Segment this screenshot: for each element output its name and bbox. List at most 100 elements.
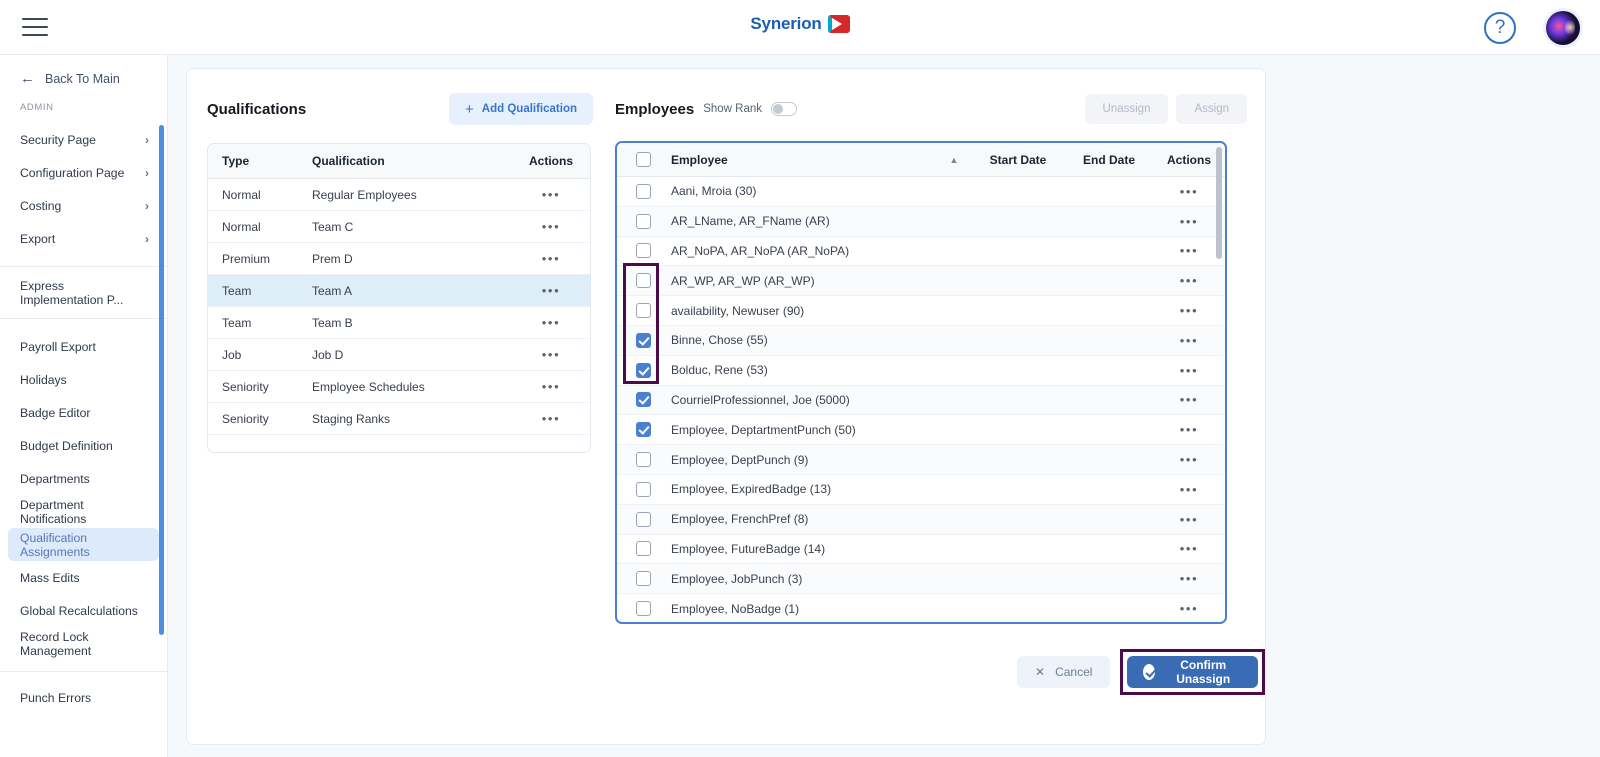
ellipsis-icon[interactable]: ••• — [1180, 512, 1198, 527]
ellipsis-icon[interactable]: ••• — [1180, 184, 1198, 199]
cell-employee-name: Employee, FrenchPref (8) — [671, 512, 809, 527]
ellipsis-icon[interactable]: ••• — [542, 315, 560, 330]
table-row[interactable]: Employee, DeptPunch (9) ••• — [617, 445, 1225, 475]
ellipsis-icon[interactable]: ••• — [1180, 214, 1198, 229]
row-checkbox[interactable] — [635, 571, 651, 587]
sort-ascending-icon[interactable]: ▲ — [937, 155, 971, 165]
table-row[interactable]: Employee, ExpiredBadge (13) ••• — [617, 475, 1225, 505]
sidebar-item-budget-definition[interactable]: Budget Definition — [8, 429, 159, 462]
table-row[interactable]: Normal Team C ••• — [208, 210, 590, 243]
sidebar-item-holidays[interactable]: Holidays — [8, 363, 159, 396]
sidebar-item-record-lock-management[interactable]: Record Lock Management — [8, 627, 159, 660]
sidebar-item-qualification-assignments[interactable]: Qualification Assignments — [8, 528, 159, 561]
sidebar-item-punch-errors[interactable]: Punch Errors — [8, 681, 159, 714]
employees-panel: Employees Show Rank Unassign Assign Empl… — [615, 91, 1247, 624]
sidebar-item-configuration-page[interactable]: Configuration Page › — [8, 156, 159, 189]
row-checkbox[interactable] — [635, 273, 651, 289]
table-row-selected[interactable]: Team Team A ••• — [208, 274, 590, 307]
sidebar-item-costing[interactable]: Costing › — [8, 189, 159, 222]
sidebar-item-express-implementation[interactable]: Express Implementation P... — [8, 276, 159, 309]
table-row[interactable]: Employee, NoBadge (1) ••• — [617, 594, 1225, 622]
ellipsis-icon[interactable]: ••• — [1180, 392, 1198, 407]
table-row[interactable]: Binne, Chose (55) ••• — [617, 325, 1225, 356]
row-checkbox[interactable] — [635, 541, 651, 557]
row-checkbox[interactable] — [635, 511, 651, 527]
ellipsis-icon[interactable]: ••• — [542, 283, 560, 298]
table-row[interactable]: availability, Newuser (90) ••• — [617, 296, 1225, 326]
confirm-unassign-button[interactable]: Confirm Unassign — [1127, 656, 1258, 688]
table-row[interactable]: Employee, FutureBadge (14) ••• — [617, 535, 1225, 565]
row-checkbox[interactable] — [635, 213, 651, 229]
ellipsis-icon[interactable]: ••• — [1180, 422, 1198, 437]
column-header-qualification[interactable]: Qualification — [298, 144, 512, 179]
ellipsis-icon[interactable]: ••• — [1180, 452, 1198, 467]
help-icon[interactable]: ? — [1484, 12, 1516, 44]
cancel-button[interactable]: ✕ Cancel — [1017, 656, 1111, 688]
sidebar-item-departments[interactable]: Departments — [8, 462, 159, 495]
table-row[interactable]: Seniority Employee Schedules ••• — [208, 370, 590, 403]
table-row[interactable]: AR_WP, AR_WP (AR_WP) ••• — [617, 266, 1225, 297]
row-checkbox[interactable] — [635, 183, 651, 199]
sidebar-item-global-recalculations[interactable]: Global Recalculations — [8, 594, 159, 627]
row-checkbox[interactable] — [635, 392, 651, 408]
table-row[interactable]: Normal Regular Employees ••• — [208, 178, 590, 211]
table-row[interactable]: CourrielProfessionnel, Joe (5000) ••• — [617, 385, 1225, 416]
show-rank-toggle[interactable] — [771, 102, 798, 116]
ellipsis-icon[interactable]: ••• — [1180, 273, 1198, 288]
row-checkbox[interactable] — [635, 422, 651, 438]
table-row[interactable]: Aani, Mroia (30) ••• — [617, 177, 1225, 207]
add-qualification-button[interactable]: + Add Qualification — [449, 93, 593, 125]
ellipsis-icon[interactable]: ••• — [542, 347, 560, 362]
row-checkbox[interactable] — [635, 481, 651, 497]
row-checkbox[interactable] — [635, 452, 651, 468]
ellipsis-icon[interactable]: ••• — [542, 219, 560, 234]
column-header-start-date[interactable]: Start Date — [971, 153, 1065, 167]
sidebar-item-department-notifications[interactable]: Department Notifications — [8, 495, 159, 528]
ellipsis-icon[interactable]: ••• — [542, 379, 560, 394]
column-header-end-date[interactable]: End Date — [1065, 153, 1153, 167]
table-row[interactable]: AR_NoPA, AR_NoPA (AR_NoPA) ••• — [617, 237, 1225, 267]
table-row[interactable]: Employee, JobPunch (3) ••• — [617, 564, 1225, 595]
sidebar-item-label: Mass Edits — [20, 570, 80, 585]
ellipsis-icon[interactable]: ••• — [542, 411, 560, 426]
ellipsis-icon[interactable]: ••• — [1180, 333, 1198, 348]
employees-scrollbar[interactable] — [1216, 147, 1222, 259]
select-all-checkbox[interactable] — [635, 152, 651, 167]
cell-employee-name: AR_LName, AR_FName (AR) — [671, 214, 830, 229]
row-checkbox[interactable] — [635, 243, 651, 259]
ellipsis-icon[interactable]: ••• — [1180, 482, 1198, 497]
unassign-button[interactable]: Unassign — [1084, 94, 1169, 124]
ellipsis-icon[interactable]: ••• — [542, 187, 560, 202]
table-row[interactable]: Employee, FrenchPref (8) ••• — [617, 504, 1225, 535]
table-row[interactable]: Employee, DeptartmentPunch (50) ••• — [617, 415, 1225, 446]
ellipsis-icon[interactable]: ••• — [1180, 363, 1198, 378]
table-row[interactable]: Premium Prem D ••• — [208, 242, 590, 275]
ellipsis-icon[interactable]: ••• — [1180, 601, 1198, 616]
column-header-type[interactable]: Type — [208, 144, 298, 179]
column-header-employee[interactable]: Employee — [669, 153, 937, 167]
row-checkbox[interactable] — [635, 303, 651, 319]
check-circle-icon — [1143, 664, 1156, 680]
ellipsis-icon[interactable]: ••• — [1180, 571, 1198, 586]
ellipsis-icon[interactable]: ••• — [542, 251, 560, 266]
ellipsis-icon[interactable]: ••• — [1180, 541, 1198, 556]
sidebar-item-export[interactable]: Export › — [8, 222, 159, 255]
ellipsis-icon[interactable]: ••• — [1180, 243, 1198, 258]
table-row[interactable]: Bolduc, Rene (53) ••• — [617, 356, 1225, 386]
row-checkbox[interactable] — [635, 601, 651, 617]
sidebar-item-payroll-export[interactable]: Payroll Export — [8, 330, 159, 363]
row-checkbox[interactable] — [635, 362, 651, 378]
table-row[interactable]: Team Team B ••• — [208, 306, 590, 339]
table-row[interactable]: Seniority Staging Ranks ••• — [208, 402, 590, 435]
sidebar-scrollbar[interactable] — [159, 125, 164, 635]
back-to-main-link[interactable]: ← Back To Main — [0, 55, 167, 96]
row-checkbox[interactable] — [635, 332, 651, 348]
table-row[interactable]: AR_LName, AR_FName (AR) ••• — [617, 206, 1225, 237]
table-row[interactable]: Job Job D ••• — [208, 338, 590, 371]
sidebar-item-badge-editor[interactable]: Badge Editor — [8, 396, 159, 429]
sidebar-item-mass-edits[interactable]: Mass Edits — [8, 561, 159, 594]
sidebar-item-security-page[interactable]: Security Page › — [8, 123, 159, 156]
ellipsis-icon[interactable]: ••• — [1180, 303, 1198, 318]
assign-button[interactable]: Assign — [1176, 94, 1247, 124]
avatar[interactable] — [1546, 11, 1580, 45]
